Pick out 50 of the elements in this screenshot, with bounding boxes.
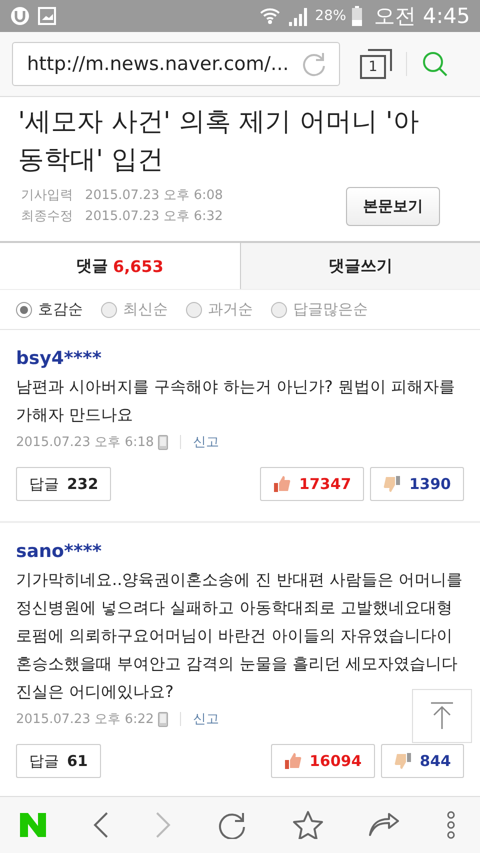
url-field[interactable]: http://m.news.naver.com/... — [12, 42, 340, 86]
back-icon[interactable] — [92, 811, 109, 839]
comment-author[interactable]: sano**** — [16, 541, 102, 562]
report-link[interactable]: 신고 — [192, 433, 219, 451]
meta-label: 최종수정 — [21, 208, 73, 226]
reply-button[interactable]: 답글 232 — [16, 467, 112, 501]
phone-icon — [158, 712, 168, 726]
dislike-button[interactable]: 844 — [380, 744, 464, 778]
comment-time: 2015.07.23 오후 6:18 — [16, 434, 154, 451]
sort-radio[interactable] — [186, 302, 202, 318]
more-icon[interactable] — [446, 811, 456, 839]
share-icon[interactable] — [369, 813, 400, 837]
reload-icon[interactable] — [218, 811, 246, 839]
battery-icon — [352, 6, 362, 26]
meta-date: 2015.07.23 오후 6:32 — [85, 208, 223, 226]
naver-logo-icon[interactable] — [20, 813, 46, 837]
comment-text: 남편과 시아버지를 구속해야 하는거 아닌가? 뭔법이 피해자를 가해자 만드나요 — [16, 376, 456, 426]
meta-date: 2015.07.23 오후 6:08 — [85, 187, 223, 205]
like-button[interactable]: 17347 — [260, 467, 364, 501]
comment-time: 2015.07.23 오후 6:22 — [16, 711, 154, 728]
thumbs-down-icon — [394, 752, 412, 770]
comment-author[interactable]: bsy4**** — [16, 348, 102, 369]
thumbs-up-icon — [273, 475, 292, 493]
image-icon — [38, 7, 56, 25]
comment-tab[interactable]: 댓글쓰기 — [240, 243, 480, 289]
comment-text: 기가막히네요..양육권이혼소송에 진 반대편 사람들은 어머니를 정신병원에 넣으려다 실패하고 아동학대죄로 고발했네요대형로펌에 의뢰하구요어머님이 바란건 아이들의 자유였습니다이혼승소했을때 부여안고 감격의 눈물을 흘리던 세모자였습니다 진실은 어디에있나요? — [16, 569, 464, 703]
clock: 오전 4:45 — [374, 3, 470, 30]
signal-icon — [287, 6, 310, 26]
forward-icon[interactable] — [155, 811, 172, 839]
like-button[interactable]: 16094 — [270, 744, 375, 778]
sort-radio[interactable] — [16, 302, 32, 318]
reply-button[interactable]: 답글 61 — [16, 744, 101, 778]
report-link[interactable]: 신고 — [192, 710, 219, 728]
dislike-button[interactable]: 1390 — [370, 467, 464, 501]
star-icon[interactable] — [292, 811, 323, 839]
sort-radio[interactable] — [271, 302, 287, 318]
wifi-icon — [259, 6, 282, 26]
arrow-up-icon — [430, 702, 454, 730]
thumbs-up-icon — [284, 752, 302, 770]
view-article-button[interactable]: 본문보기 — [346, 186, 440, 226]
battery-percent: 28% — [315, 8, 346, 24]
search-icon[interactable] — [421, 50, 449, 78]
sort-radio[interactable] — [101, 302, 117, 318]
thumbs-down-icon — [383, 475, 402, 493]
phone-icon — [158, 434, 168, 450]
scroll-to-top-button[interactable] — [412, 689, 472, 743]
article-title: '세모자 사건' 의혹 제기 어머니 '아동학대' 입건 — [18, 106, 420, 177]
meta-label: 기사입력 — [21, 187, 73, 205]
app-logo-icon — [10, 6, 32, 26]
sort-label[interactable]: 호감순 — [38, 300, 83, 319]
